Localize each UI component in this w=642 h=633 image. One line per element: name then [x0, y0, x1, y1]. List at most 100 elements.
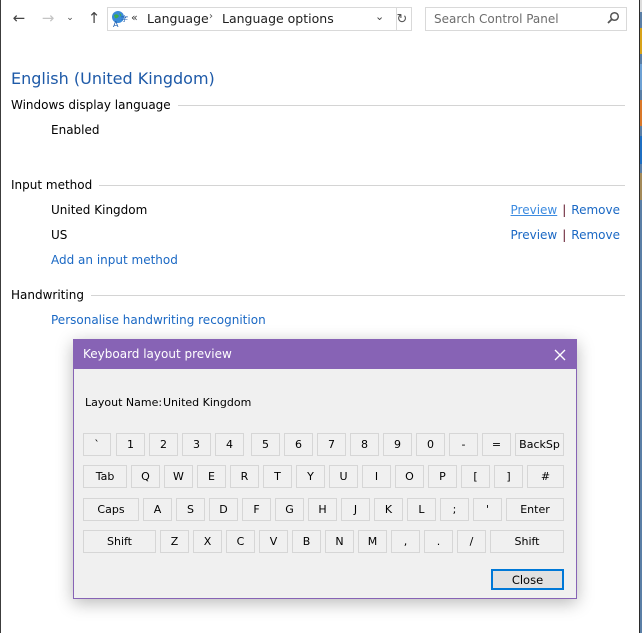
page-title: English (United Kingdom): [11, 69, 215, 88]
keyboard-key: U: [329, 465, 358, 488]
input-method-actions: Preview | Remove: [511, 203, 620, 217]
keyboard-key: H: [308, 498, 337, 521]
keyboard-key: ,: [391, 530, 420, 553]
keyboard-key: K: [374, 498, 403, 521]
keyboard-key: #: [527, 465, 564, 488]
keyboard-key: A: [143, 498, 172, 521]
keyboard-key: =: [482, 433, 511, 456]
keyboard-key: 2: [149, 433, 178, 456]
keyboard-key: T: [263, 465, 292, 488]
close-button[interactable]: Close: [491, 569, 564, 590]
keyboard-key: 6: [284, 433, 313, 456]
keyboard-key: .: [424, 530, 453, 553]
refresh-button[interactable]: ↻: [393, 7, 412, 31]
keyboard-key: P: [428, 465, 457, 488]
keyboard-key: Q: [131, 465, 160, 488]
input-method-name: United Kingdom: [51, 203, 148, 217]
keyboard-key: Shift: [83, 530, 156, 553]
search-icon[interactable]: [606, 11, 620, 25]
chevron-down-icon: ⌄: [66, 13, 74, 23]
keyboard-key: 4: [215, 433, 244, 456]
keyboard-key: Tab: [83, 465, 127, 488]
keyboard-key: 8: [350, 433, 379, 456]
keyboard-key: -: [449, 433, 478, 456]
refresh-icon: ↻: [396, 11, 408, 27]
keyboard-key: Shift: [490, 530, 564, 553]
keyboard-key: 5: [251, 433, 280, 456]
separator: |: [562, 203, 567, 217]
keyboard-key: 7: [317, 433, 346, 456]
keyboard-key: W: [164, 465, 193, 488]
section-heading: Handwriting: [11, 288, 84, 302]
keyboard-key: ': [473, 498, 502, 521]
keyboard-key: X: [193, 530, 222, 553]
address-bar[interactable]: A 字 « Language › Language options ⌄: [107, 7, 397, 31]
section-divider: [90, 294, 625, 296]
dialog-close-button[interactable]: [544, 340, 576, 369]
keyboard-key: B: [292, 530, 321, 553]
personalise-handwriting-link[interactable]: Personalise handwriting recognition: [51, 313, 266, 327]
arrow-left-icon: ←: [12, 9, 26, 27]
keyboard-key: V: [259, 530, 288, 553]
keyboard-key: BackSp: [515, 433, 564, 456]
keyboard-key: /: [457, 530, 486, 553]
keyboard-key: `: [83, 433, 111, 456]
keyboard-key: I: [362, 465, 391, 488]
keyboard-key: J: [341, 498, 370, 521]
keyboard-key: R: [230, 465, 259, 488]
keyboard-key: F: [242, 498, 271, 521]
keyboard-key: Caps: [83, 498, 139, 521]
dialog-title-bar[interactable]: Keyboard layout preview: [74, 340, 576, 369]
window-left-edge: [0, 0, 1, 633]
display-language-status: Enabled: [51, 123, 100, 137]
address-history-dropdown[interactable]: ⌄: [375, 10, 384, 23]
up-button[interactable]: ↑: [84, 9, 104, 27]
recent-locations-button[interactable]: ⌄: [63, 9, 77, 27]
close-icon: [554, 349, 566, 360]
forward-button[interactable]: →: [38, 9, 58, 27]
keyboard-key: N: [325, 530, 354, 553]
add-input-method-link[interactable]: Add an input method: [51, 253, 178, 267]
keyboard-key: 0: [416, 433, 445, 456]
preview-link[interactable]: Preview: [511, 228, 558, 242]
input-method-section: Input method: [11, 178, 625, 192]
layout-name-label: Layout Name:: [85, 396, 163, 409]
separator: |: [562, 228, 567, 242]
keyboard-key: L: [407, 498, 436, 521]
language-globe-icon: A 字: [112, 11, 128, 28]
keyboard-key: 9: [383, 433, 412, 456]
arrow-right-icon: →: [41, 9, 55, 27]
breadcrumb-overflow[interactable]: «: [131, 11, 138, 24]
keyboard-key: S: [176, 498, 205, 521]
input-method-actions: Preview | Remove: [511, 228, 620, 242]
breadcrumb-separator-icon[interactable]: ›: [209, 11, 213, 22]
display-language-section: Windows display language: [11, 98, 625, 112]
input-method-name: US: [51, 228, 68, 242]
remove-link[interactable]: Remove: [571, 228, 620, 242]
keyboard-layout-preview-dialog: Keyboard layout preview Layout Name: Uni…: [73, 339, 577, 599]
arrow-up-icon: ↑: [87, 9, 101, 27]
back-button[interactable]: ←: [9, 9, 29, 27]
breadcrumb-language[interactable]: Language: [147, 11, 209, 26]
keyboard-key: 3: [182, 433, 211, 456]
keyboard-key: [: [461, 465, 490, 488]
keyboard-key: 1: [116, 433, 145, 456]
section-divider: [177, 104, 625, 106]
preview-link[interactable]: Preview: [511, 203, 558, 217]
svg-text:A: A: [113, 20, 119, 28]
search-box[interactable]: [425, 7, 627, 31]
keyboard-key: Y: [296, 465, 325, 488]
keyboard-key: D: [209, 498, 238, 521]
section-divider: [99, 184, 625, 186]
keyboard-key: G: [275, 498, 304, 521]
keyboard-key: ;: [440, 498, 469, 521]
keyboard-key: Z: [160, 530, 189, 553]
remove-link[interactable]: Remove: [571, 203, 620, 217]
layout-name-value: United Kingdom: [163, 396, 252, 409]
breadcrumb-language-options[interactable]: Language options: [222, 11, 334, 26]
svg-text:字: 字: [121, 14, 128, 23]
dialog-title: Keyboard layout preview: [83, 347, 232, 361]
handwriting-section: Handwriting: [11, 288, 625, 302]
keyboard-key: O: [395, 465, 424, 488]
search-input[interactable]: [426, 8, 614, 30]
